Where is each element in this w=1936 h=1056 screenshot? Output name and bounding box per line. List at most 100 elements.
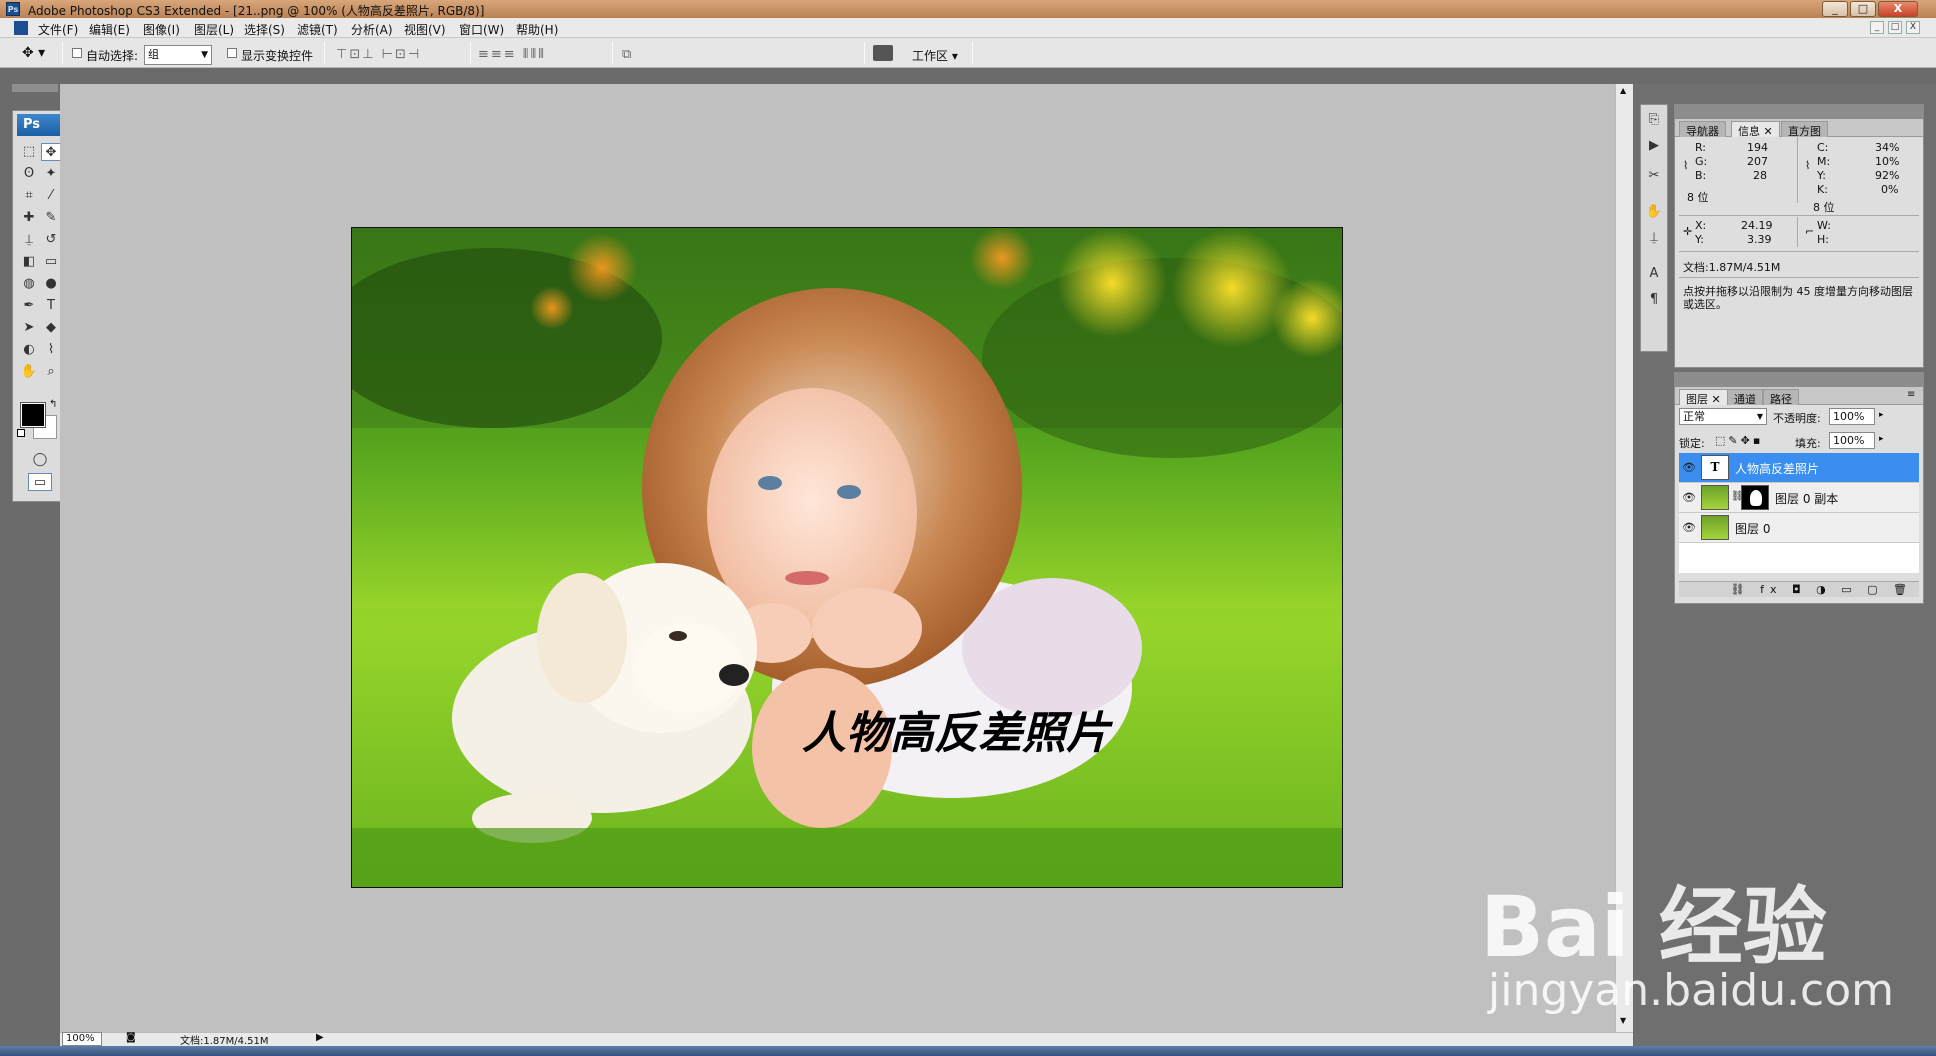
workspace-button[interactable]: 工作区 ▾	[912, 47, 958, 64]
minimize-button[interactable]: _	[1822, 1, 1848, 17]
layers-panel-body: 正常 ▼ 不透明度: 100% ▸ 锁定: ⬚✎✥▪ 填充: 100% ▸ 👁 …	[1675, 405, 1923, 603]
layer-row-base[interactable]: 👁 图层 0	[1679, 513, 1919, 543]
menu-edit[interactable]: 编辑(E)	[89, 21, 130, 38]
menu-layer[interactable]: 图层(L)	[194, 21, 234, 38]
hand-tool-icon[interactable]: ✋	[19, 363, 39, 381]
doc-close-button[interactable]: X	[1906, 21, 1920, 34]
tab-navigator[interactable]: 导航器	[1679, 121, 1726, 138]
brush-tool-icon[interactable]: ✎	[41, 209, 61, 227]
layers-panel-tabs: 图层 ✕ 通道 路径 ≡	[1675, 387, 1923, 406]
fill-slider-arrow-icon[interactable]: ▸	[1879, 434, 1884, 444]
auto-select-checkbox[interactable]	[72, 47, 82, 61]
layer-mask-thumbnail[interactable]	[1741, 485, 1769, 510]
toolbox-grip[interactable]	[12, 84, 58, 92]
menu-select[interactable]: 选择(S)	[244, 21, 285, 38]
collapsed-panel-icons: ⎘ ▶ ✂ ✋ ⍊ A ¶	[1640, 104, 1668, 352]
menu-view[interactable]: 视图(V)	[404, 21, 446, 38]
brushes-panel-icon[interactable]: ✋	[1643, 201, 1665, 223]
blend-mode-value: 正常	[1683, 410, 1705, 423]
slice-tool-icon[interactable]: ⁄	[41, 187, 61, 205]
character-panel-icon[interactable]: A	[1643, 263, 1665, 285]
quick-mask-icon[interactable]: ◯	[30, 451, 50, 469]
zoom-tool-icon[interactable]: ⌕	[41, 363, 61, 381]
healing-brush-tool-icon[interactable]: ✚	[19, 209, 39, 227]
panel-menu-icon[interactable]: ≡	[1907, 389, 1915, 400]
align-icons[interactable]: ⊤⊡⊥ ⊢⊡⊣	[336, 47, 421, 62]
menu-window[interactable]: 窗口(W)	[459, 21, 504, 38]
menu-filter[interactable]: 滤镜(T)	[297, 21, 338, 38]
layer-row-text[interactable]: 👁 T 人物高反差照片	[1679, 453, 1919, 483]
zoom-level-field[interactable]: 100%	[62, 1032, 102, 1046]
move-tool-icon[interactable]: ✥	[41, 143, 61, 161]
dodge-tool-icon[interactable]: ●	[41, 275, 61, 293]
shape-tool-icon[interactable]: ◆	[41, 319, 61, 337]
panel-header[interactable]	[1675, 373, 1923, 387]
tab-layers[interactable]: 图层 ✕	[1679, 389, 1728, 406]
eraser-tool-icon[interactable]: ◧	[19, 253, 39, 271]
menu-image[interactable]: 图像(I)	[143, 21, 180, 38]
paragraph-panel-icon[interactable]: ¶	[1643, 289, 1665, 311]
eyedropper-icon[interactable]: ⌇	[1683, 159, 1688, 172]
auto-align-icon[interactable]: ⧉	[622, 47, 633, 62]
distribute-icons[interactable]: ≡≡≡ ⦀⦀⦀	[478, 47, 546, 62]
3d-rotate-tool-icon[interactable]: ◐	[19, 341, 39, 359]
history-brush-tool-icon[interactable]: ↺	[41, 231, 61, 249]
layer-name[interactable]: 图层 0	[1735, 520, 1770, 537]
opacity-slider-arrow-icon[interactable]: ▸	[1879, 410, 1884, 420]
tab-channels[interactable]: 通道	[1727, 389, 1763, 406]
blend-mode-dropdown[interactable]: 正常 ▼	[1679, 408, 1767, 425]
layer-row-copy[interactable]: 👁 ⛓ 图层 0 副本	[1679, 483, 1919, 513]
tool-presets-icon[interactable]: ✂	[1643, 165, 1665, 187]
eye-icon[interactable]: 👁	[1682, 461, 1696, 475]
tab-histogram[interactable]: 直方图	[1781, 121, 1828, 138]
tab-info[interactable]: 信息 ✕	[1731, 121, 1780, 138]
lock-icons[interactable]: ⬚✎✥▪	[1715, 434, 1763, 447]
clone-stamp-tool-icon[interactable]: ⍊	[19, 231, 39, 249]
photoshop-app-icon: Ps	[6, 2, 20, 16]
scroll-up-icon[interactable]: ▲	[1620, 86, 1626, 95]
menu-help[interactable]: 帮助(H)	[516, 21, 558, 38]
maximize-button[interactable]: □	[1850, 1, 1876, 17]
foreground-color-swatch[interactable]	[20, 402, 46, 428]
fill-field[interactable]: 100%	[1829, 432, 1875, 449]
layer-action-icons[interactable]: ⛓ fx ◘ ◑ ▭ ▢ 🗑	[1731, 583, 1913, 596]
screen-mode-icon[interactable]: ▭	[28, 473, 52, 491]
close-button[interactable]: X	[1878, 1, 1918, 17]
divider	[1797, 217, 1798, 247]
move-tool-preset-icon[interactable]: ✥ ▾	[22, 45, 56, 61]
eye-icon[interactable]: 👁	[1682, 521, 1696, 535]
pen-tool-icon[interactable]: ✒	[19, 297, 39, 315]
default-colors-icon[interactable]	[17, 429, 25, 437]
doc-restore-button[interactable]: □	[1888, 21, 1902, 34]
document-canvas[interactable]: 人物高反差照片	[351, 227, 1343, 888]
status-menu-icon[interactable]: ◙	[126, 1032, 136, 1043]
magic-wand-tool-icon[interactable]: ✦	[41, 165, 61, 183]
actions-panel-icon[interactable]: ▶	[1643, 135, 1665, 157]
layer-name[interactable]: 图层 0 副本	[1775, 490, 1838, 507]
swap-colors-icon[interactable]: ↰	[49, 399, 57, 410]
status-arrow-icon[interactable]: ▶	[316, 1032, 324, 1043]
path-selection-tool-icon[interactable]: ➤	[19, 319, 39, 337]
crop-tool-icon[interactable]: ⌗	[19, 187, 39, 205]
opacity-field[interactable]: 100%	[1829, 408, 1875, 425]
show-transform-checkbox[interactable]	[227, 47, 237, 61]
bridge-icon[interactable]	[873, 45, 893, 61]
type-tool-icon[interactable]: T	[41, 297, 61, 315]
clone-source-icon[interactable]: ⍊	[1643, 227, 1665, 249]
eyedropper-icon-cmyk[interactable]: ⌇	[1805, 159, 1810, 172]
gradient-tool-icon[interactable]: ▭	[41, 253, 61, 271]
layer-name[interactable]: 人物高反差照片	[1735, 460, 1819, 477]
marquee-tool-icon[interactable]: ⬚	[19, 143, 39, 161]
eye-icon[interactable]: 👁	[1682, 491, 1696, 505]
blur-tool-icon[interactable]: ◍	[19, 275, 39, 293]
panel-header[interactable]	[1675, 105, 1923, 119]
auto-select-dropdown[interactable]: 组 ▼	[144, 45, 212, 65]
lasso-tool-icon[interactable]: ʘ	[19, 165, 39, 183]
tab-paths[interactable]: 路径	[1763, 389, 1799, 406]
menu-file[interactable]: 文件(F)	[38, 21, 78, 38]
eyedropper-tool-icon[interactable]: ⌇	[41, 341, 61, 359]
toolbox-ps-badge: Ps	[17, 114, 63, 136]
menu-analysis[interactable]: 分析(A)	[351, 21, 393, 38]
history-panel-icon[interactable]: ⎘	[1643, 109, 1665, 131]
doc-minimize-button[interactable]: _	[1870, 21, 1884, 34]
